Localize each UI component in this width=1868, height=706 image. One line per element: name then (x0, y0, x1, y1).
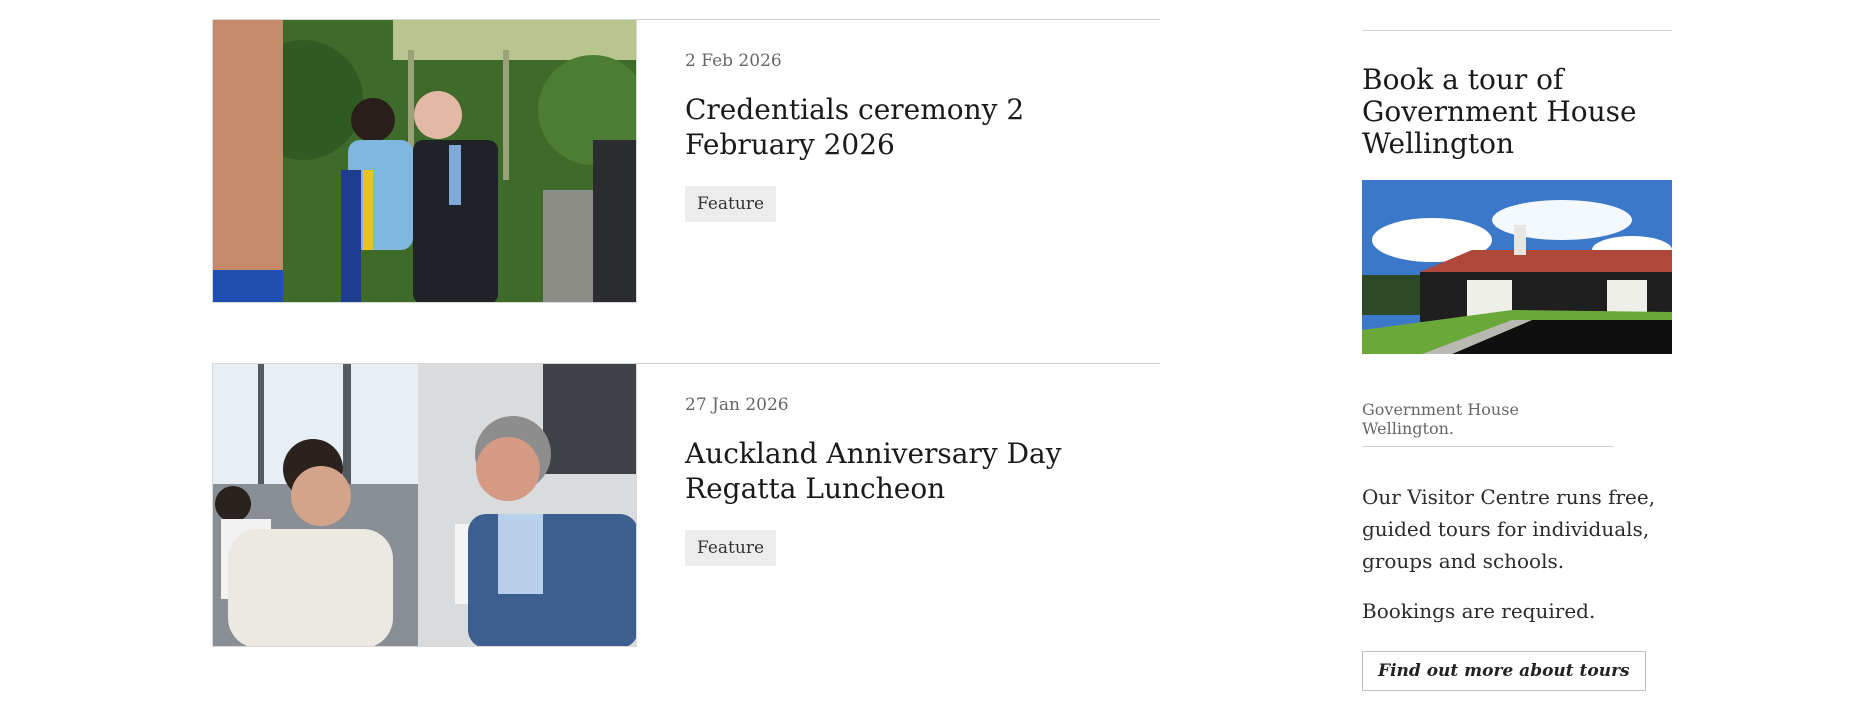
article-title-link[interactable]: Auckland Anniversary Day Regatta Luncheo… (685, 436, 1155, 506)
article-tag[interactable]: Feature (685, 186, 777, 222)
article-thumbnail[interactable] (212, 19, 637, 303)
article-card: 27 Jan 2026 Auckland Anniversary Day Reg… (212, 363, 1160, 668)
sidebar-paragraph: Our Visitor Centre runs free, guided tou… (1362, 485, 1656, 573)
article-thumbnail[interactable] (212, 363, 637, 647)
article-tag[interactable]: Feature (685, 530, 777, 566)
luncheon-photo (213, 364, 636, 646)
article-title-link[interactable]: Credentials ceremony 2 February 2026 (685, 92, 1155, 162)
sidebar-body: Our Visitor Centre runs free, guided tou… (1362, 481, 1672, 627)
article-card: 2 Feb 2026 Credentials ceremony 2 Februa… (212, 19, 1160, 324)
sidebar-heading: Book a tour of Government House Wellingt… (1362, 63, 1637, 160)
sidebar-paragraph: Bookings are required. (1362, 599, 1596, 623)
ceremony-photo (213, 20, 636, 302)
find-out-more-button[interactable]: Find out more about tours (1362, 651, 1646, 691)
divider (1362, 30, 1672, 31)
government-house-photo (1362, 180, 1672, 354)
article-meta: 2 Feb 2026 Credentials ceremony 2 Februa… (685, 19, 1155, 222)
image-caption: Government House Wellington. (1362, 400, 1614, 447)
article-meta: 27 Jan 2026 Auckland Anniversary Day Reg… (685, 363, 1155, 566)
tour-promo-sidebar: Book a tour of Government House Wellingt… (1362, 30, 1672, 691)
article-date: 27 Jan 2026 (685, 395, 789, 415)
article-date: 2 Feb 2026 (685, 51, 782, 71)
government-house-image (1362, 180, 1672, 354)
